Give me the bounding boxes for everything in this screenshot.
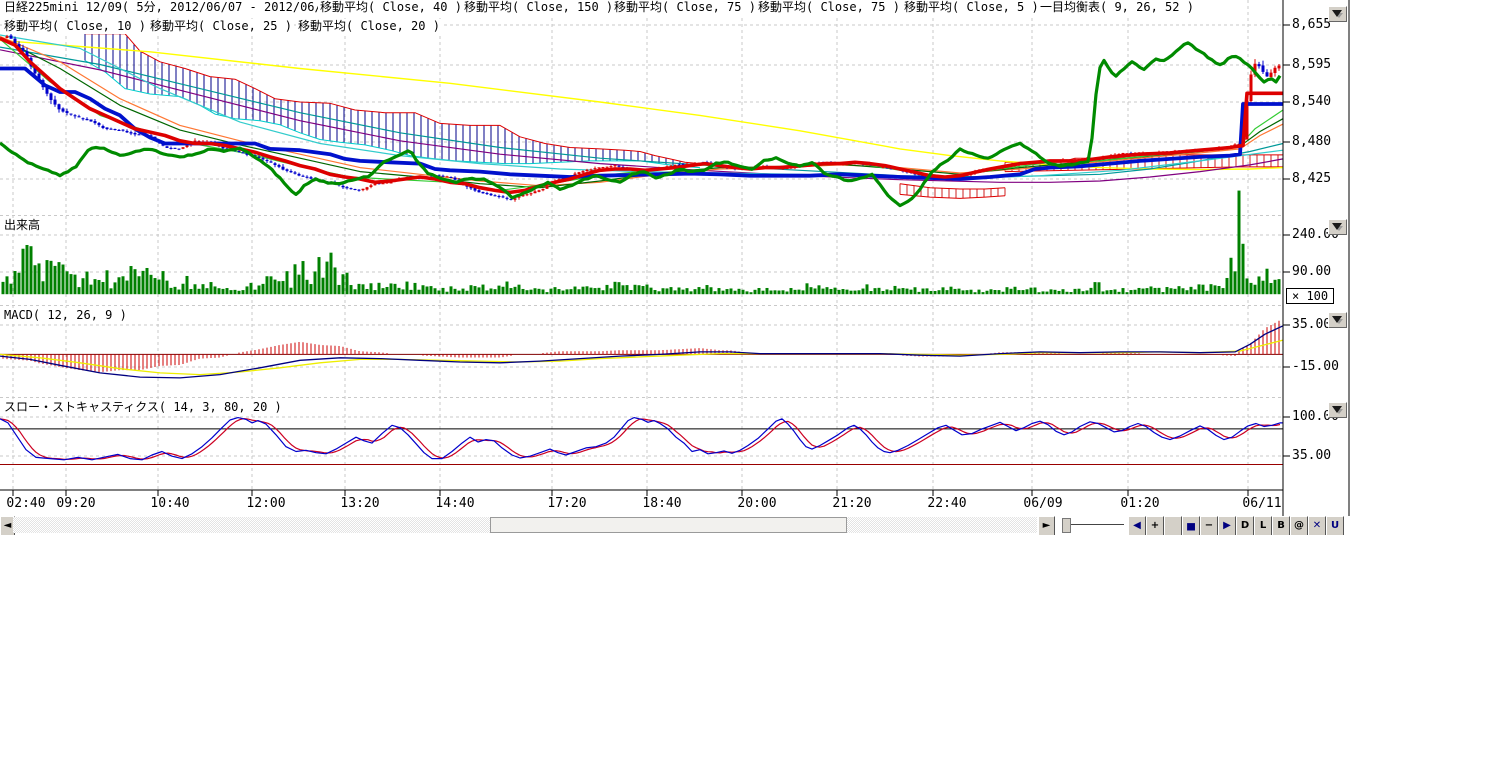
stochastics-panel-label: スロー・ストキャスティクス( 14, 3, 80, 20 ) [2, 400, 284, 414]
time-axis-tick-label: 17:20 [547, 497, 586, 511]
time-axis-tick-label: 02:40 [6, 497, 45, 511]
ma-25-line [0, 36, 1283, 185]
price-axis-tick-label: 8,655 [1292, 18, 1331, 32]
gridlines [0, 0, 1283, 490]
stochastics-panel [0, 418, 1283, 465]
macd-line [0, 326, 1283, 378]
indicator-label: 移動平均( Close, 20 ) [296, 19, 442, 34]
bottom-toolbar: ◄►◀+▅−▶DLB@✕U [0, 516, 1492, 535]
panel-menu-button[interactable] [1328, 219, 1347, 235]
indicator-label: 移動平均( Close, 150 ) [462, 0, 615, 15]
indicator-label: 移動平均( Close, 25 ) [148, 19, 294, 34]
price-axis-tick-label: 8,480 [1292, 135, 1331, 149]
price-axis-tick-label: 8,425 [1292, 172, 1331, 186]
toolbar-button[interactable]: U [1326, 516, 1344, 535]
time-axis-tick-label: 09:20 [56, 497, 95, 511]
toolbar-button[interactable]: ▶ [1218, 516, 1236, 535]
stoch-k-line [0, 418, 1283, 460]
macd-axis-tick-label: 35.00 [1292, 318, 1331, 332]
time-axis-tick-label: 13:20 [340, 497, 379, 511]
toolbar-button[interactable]: ✕ [1308, 516, 1326, 535]
panel-menu-button[interactable] [1328, 6, 1347, 22]
time-axis-tick-label: 21:20 [832, 497, 871, 511]
axes-frame [0, 0, 1349, 516]
time-axis-tick-label: 06/11 [1242, 497, 1281, 511]
toolbar-button[interactable]: − [1200, 516, 1218, 535]
toolbar-button[interactable] [1164, 516, 1182, 535]
macd-panel-label: MACD( 12, 26, 9 ) [2, 308, 129, 322]
panel-menu-button[interactable] [1328, 312, 1347, 328]
zoom-slider-thumb[interactable] [1062, 518, 1071, 533]
macd-axis-tick-label: -15.00 [1292, 360, 1339, 374]
toolbar-button[interactable]: B [1272, 516, 1290, 535]
time-axis-tick-label: 12:00 [246, 497, 285, 511]
primary-lines [0, 38, 1283, 205]
indicator-label: 移動平均( Close, 75 ) [612, 0, 758, 15]
ma-75b-line [0, 47, 1283, 177]
cloud-top-boundary [900, 184, 1005, 189]
chart-application-window: 日経225mini 12/09( 5分, 2012/06/07 - 2012/0… [0, 0, 1492, 768]
scrollbar-right-arrow[interactable]: ► [1038, 516, 1055, 535]
toolbar-button[interactable]: L [1254, 516, 1272, 535]
time-axis-tick-label: 20:00 [737, 497, 776, 511]
macd-panel [0, 321, 1283, 378]
horizontal-scrollbar-thumb[interactable] [490, 517, 847, 533]
time-axis-tick-label: 01:20 [1120, 497, 1159, 511]
time-axis-tick-label: 10:40 [150, 497, 189, 511]
panel-menu-button[interactable] [1328, 402, 1347, 418]
indicator-header-line1: 日経225mini 12/09( 5分, 2012/06/07 - 2012/0… [0, 0, 1283, 16]
thick-red-ma-line [0, 38, 1283, 192]
indicator-label: 移動平均( Close, 40 ) [318, 0, 464, 15]
volume-panel-label: 出来高 [2, 218, 42, 232]
indicator-header-line2: 移動平均( Close, 10 )移動平均( Close, 25 )移動平均( … [0, 19, 1283, 35]
stoch-axis-tick-label: 35.00 [1292, 449, 1331, 463]
toolbar-button[interactable]: ▅ [1182, 516, 1200, 535]
time-axis-tick-label: 14:40 [435, 497, 474, 511]
price-axis-tick-label: 8,595 [1292, 58, 1331, 72]
indicator-label: 移動平均( Close, 10 ) [2, 19, 148, 34]
indicator-label: 移動平均( Close, 75 ) [756, 0, 902, 15]
chart-canvas[interactable] [0, 0, 1492, 768]
volume-multiplier-box: × 100 [1286, 288, 1334, 304]
macd-signal-line [0, 340, 1283, 375]
toolbar-button[interactable]: @ [1290, 516, 1308, 535]
indicator-label: 日経225mini 12/09( 5分, 2012/06/07 - 2012/0… [2, 0, 353, 15]
indicator-label: 移動平均( Close, 5 ) [902, 0, 1041, 15]
time-axis-tick-label: 18:40 [642, 497, 681, 511]
price-axis-tick-label: 8,540 [1292, 95, 1331, 109]
toolbar-button[interactable]: + [1146, 516, 1164, 535]
toolbar-button[interactable]: D [1236, 516, 1254, 535]
volume-axis-tick-label: 90.00 [1292, 265, 1331, 279]
indicator-label: 一目均衡表( 9, 26, 52 ) [1038, 0, 1196, 15]
toolbar-button[interactable]: ◀ [1128, 516, 1146, 535]
zoom-slider-track[interactable] [1062, 524, 1124, 525]
volume-bars [2, 191, 1281, 295]
time-axis-tick-label: 06/09 [1023, 497, 1062, 511]
time-axis-tick-label: 22:40 [927, 497, 966, 511]
horizontal-scrollbar-track[interactable] [13, 517, 1037, 533]
